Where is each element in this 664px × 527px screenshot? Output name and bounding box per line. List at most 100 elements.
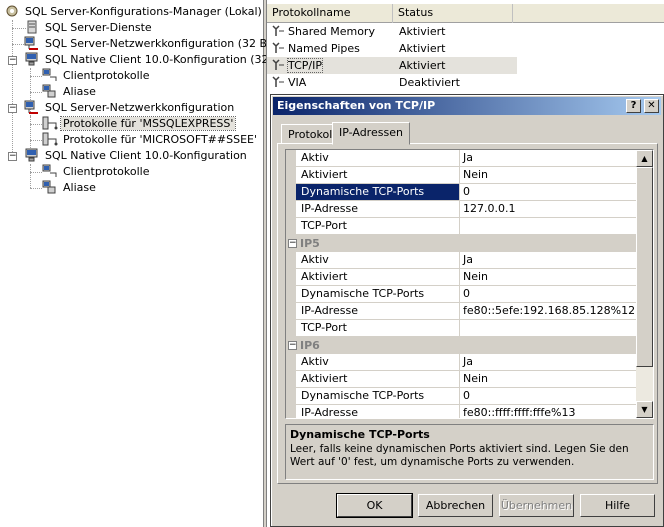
- tree-item-client-protocols-32[interactable]: Clientprotokolle: [42, 68, 151, 84]
- category-expander[interactable]: −: [288, 341, 297, 350]
- list-header: Protokollname Status: [267, 4, 664, 23]
- tree-item-label: Aliase: [63, 85, 96, 98]
- grid-row[interactable]: Aktiviert Nein: [296, 167, 636, 184]
- property-value[interactable]: Ja: [461, 354, 636, 370]
- list-row-named-pipes[interactable]: Named Pipes Aktiviert: [267, 40, 664, 57]
- protocol-status: Aktiviert: [399, 59, 446, 72]
- property-value[interactable]: Nein: [461, 371, 636, 387]
- property-key: TCP-Port: [296, 320, 460, 336]
- tree-item-client-protocols[interactable]: Clientprotokolle: [42, 164, 151, 180]
- tree-item-label: SQL Server-Konfigurations-Manager (Lokal…: [25, 5, 262, 18]
- property-value[interactable]: 0: [461, 286, 636, 302]
- cancel-button[interactable]: Abbrechen: [418, 494, 493, 517]
- tree-item-network-config[interactable]: SQL Server-Netzwerkkonfiguration: [24, 100, 236, 116]
- grid-category-ip5[interactable]: − IP5: [286, 235, 636, 252]
- tree-expander[interactable]: −: [8, 104, 17, 113]
- tree-item-aliases-32[interactable]: Aliase: [42, 84, 98, 100]
- tree-connector: [30, 172, 42, 173]
- protocols-icon: [42, 116, 58, 130]
- scroll-down-icon[interactable]: ▼: [636, 401, 653, 418]
- tree-connector: [12, 20, 13, 156]
- tree-expander[interactable]: −: [8, 56, 17, 65]
- help-button[interactable]: Hilfe: [580, 494, 655, 517]
- property-value[interactable]: [461, 218, 636, 234]
- tree-item-native-client-32[interactable]: SQL Native Client 10.0-Konfiguration (32…: [24, 52, 293, 68]
- protocol-icon: [272, 76, 284, 87]
- property-value[interactable]: Ja: [461, 252, 636, 268]
- property-key: Aktiv: [296, 150, 460, 166]
- protocol-name: VIA: [288, 76, 307, 89]
- tree-item-label: Protokolle für 'MICROSOFT##SSEE': [63, 133, 257, 146]
- scroll-thumb[interactable]: [636, 167, 653, 367]
- property-value[interactable]: 127.0.0.1: [461, 201, 636, 217]
- tree-item-root[interactable]: SQL Server-Konfigurations-Manager (Lokal…: [4, 4, 264, 20]
- column-header-status[interactable]: Status: [393, 4, 513, 23]
- vertical-scrollbar[interactable]: ▲ ▼: [636, 150, 653, 418]
- client-protocols-icon: [42, 68, 57, 81]
- category-expander[interactable]: −: [288, 239, 297, 248]
- property-value[interactable]: [461, 320, 636, 336]
- property-value[interactable]: fe80::ffff:ffff:fffe%13: [461, 405, 636, 418]
- tree-item-protocols-ssee[interactable]: Protokolle für 'MICROSOFT##SSEE': [42, 132, 259, 148]
- list-row-via[interactable]: VIA Deaktiviert: [267, 74, 664, 91]
- tree-item-network-config-32[interactable]: SQL Server-Netzwerkkonfiguration (32 Bit…: [24, 36, 281, 52]
- config-manager-icon: [6, 5, 18, 17]
- grid-row[interactable]: IP-Adresse fe80::5efe:192.168.85.128%12: [296, 303, 636, 320]
- grid-gutter: [286, 150, 296, 418]
- property-value[interactable]: 0: [461, 184, 636, 200]
- ok-button[interactable]: OK: [336, 493, 413, 518]
- close-button[interactable]: ✕: [644, 99, 659, 113]
- grid-row-selected[interactable]: Dynamische TCP-Ports 0: [296, 184, 636, 201]
- dialog-titlebar[interactable]: Eigenschaften von TCP/IP ? ✕: [273, 97, 661, 115]
- scroll-up-icon[interactable]: ▲: [636, 150, 653, 167]
- tree-item-server-services[interactable]: SQL Server-Dienste: [24, 20, 154, 36]
- protocol-status: Aktiviert: [399, 42, 446, 55]
- apply-button[interactable]: Übernehmen: [499, 494, 574, 517]
- property-key: IP-Adresse: [296, 201, 460, 217]
- protocol-status: Deaktiviert: [399, 76, 460, 89]
- grid-row[interactable]: Aktiv Ja: [296, 354, 636, 371]
- grid-row[interactable]: Aktiviert Nein: [296, 371, 636, 388]
- native-client-icon: [25, 52, 38, 66]
- grid-row[interactable]: TCP-Port: [296, 218, 636, 235]
- tree-item-aliases[interactable]: Aliase: [42, 180, 98, 196]
- grid-row[interactable]: Aktiv Ja: [296, 150, 636, 167]
- tree-pane[interactable]: − − − SQL Server-Konfigurations-Manager …: [0, 0, 291, 527]
- tree-connector: [30, 116, 31, 148]
- property-key: Aktiviert: [296, 167, 460, 183]
- grid-row[interactable]: Dynamische TCP-Ports 0: [296, 286, 636, 303]
- grid-row[interactable]: Aktiv Ja: [296, 252, 636, 269]
- protocol-name: Shared Memory: [288, 25, 375, 38]
- property-value[interactable]: Nein: [461, 167, 636, 183]
- property-key: Aktiv: [296, 252, 460, 268]
- grid-row[interactable]: Aktiviert Nein: [296, 269, 636, 286]
- property-value[interactable]: Ja: [461, 150, 636, 166]
- client-protocols-icon: [42, 164, 57, 177]
- tree-item-protocols-mssqlexpress[interactable]: Protokolle für 'MSSQLEXPRESS': [42, 116, 237, 132]
- category-name: IP6: [300, 339, 320, 352]
- help-title-button[interactable]: ?: [626, 99, 641, 113]
- tab-ip-adressen[interactable]: IP-Adressen: [332, 122, 410, 145]
- property-grid[interactable]: Aktiv Ja Aktiviert Nein Dynamische TCP-Por…: [285, 149, 654, 419]
- property-value[interactable]: 0: [461, 388, 636, 404]
- tree-item-label: Protokolle für 'MSSQLEXPRESS': [59, 116, 237, 131]
- property-value[interactable]: Nein: [461, 269, 636, 285]
- list-row-tcp-ip[interactable]: TCP/IP Aktiviert: [267, 57, 517, 74]
- list-row-shared-memory[interactable]: Shared Memory Aktiviert: [267, 23, 664, 40]
- category-name: IP5: [300, 237, 320, 250]
- dialog-title: Eigenschaften von TCP/IP: [277, 99, 436, 112]
- tree-item-native-client[interactable]: SQL Native Client 10.0-Konfiguration: [24, 148, 249, 164]
- property-value[interactable]: fe80::5efe:192.168.85.128%12: [461, 303, 636, 319]
- grid-row[interactable]: TCP-Port: [296, 320, 636, 337]
- properties-dialog: Eigenschaften von TCP/IP ? ✕ Protokoll I…: [270, 94, 664, 527]
- grid-row[interactable]: IP-Adresse fe80::ffff:ffff:fffe%13: [296, 405, 636, 418]
- grid-row[interactable]: IP-Adresse 127.0.0.1: [296, 201, 636, 218]
- aliases-icon: [42, 180, 56, 194]
- protocol-name: TCP/IP: [287, 58, 323, 73]
- grid-category-ip6[interactable]: − IP6: [286, 337, 636, 354]
- protocols-icon: [42, 132, 58, 146]
- column-header-protocol[interactable]: Protokollname: [267, 4, 393, 23]
- grid-row[interactable]: Dynamische TCP-Ports 0: [296, 388, 636, 405]
- tree-expander[interactable]: −: [8, 152, 17, 161]
- aliases-icon: [42, 84, 56, 98]
